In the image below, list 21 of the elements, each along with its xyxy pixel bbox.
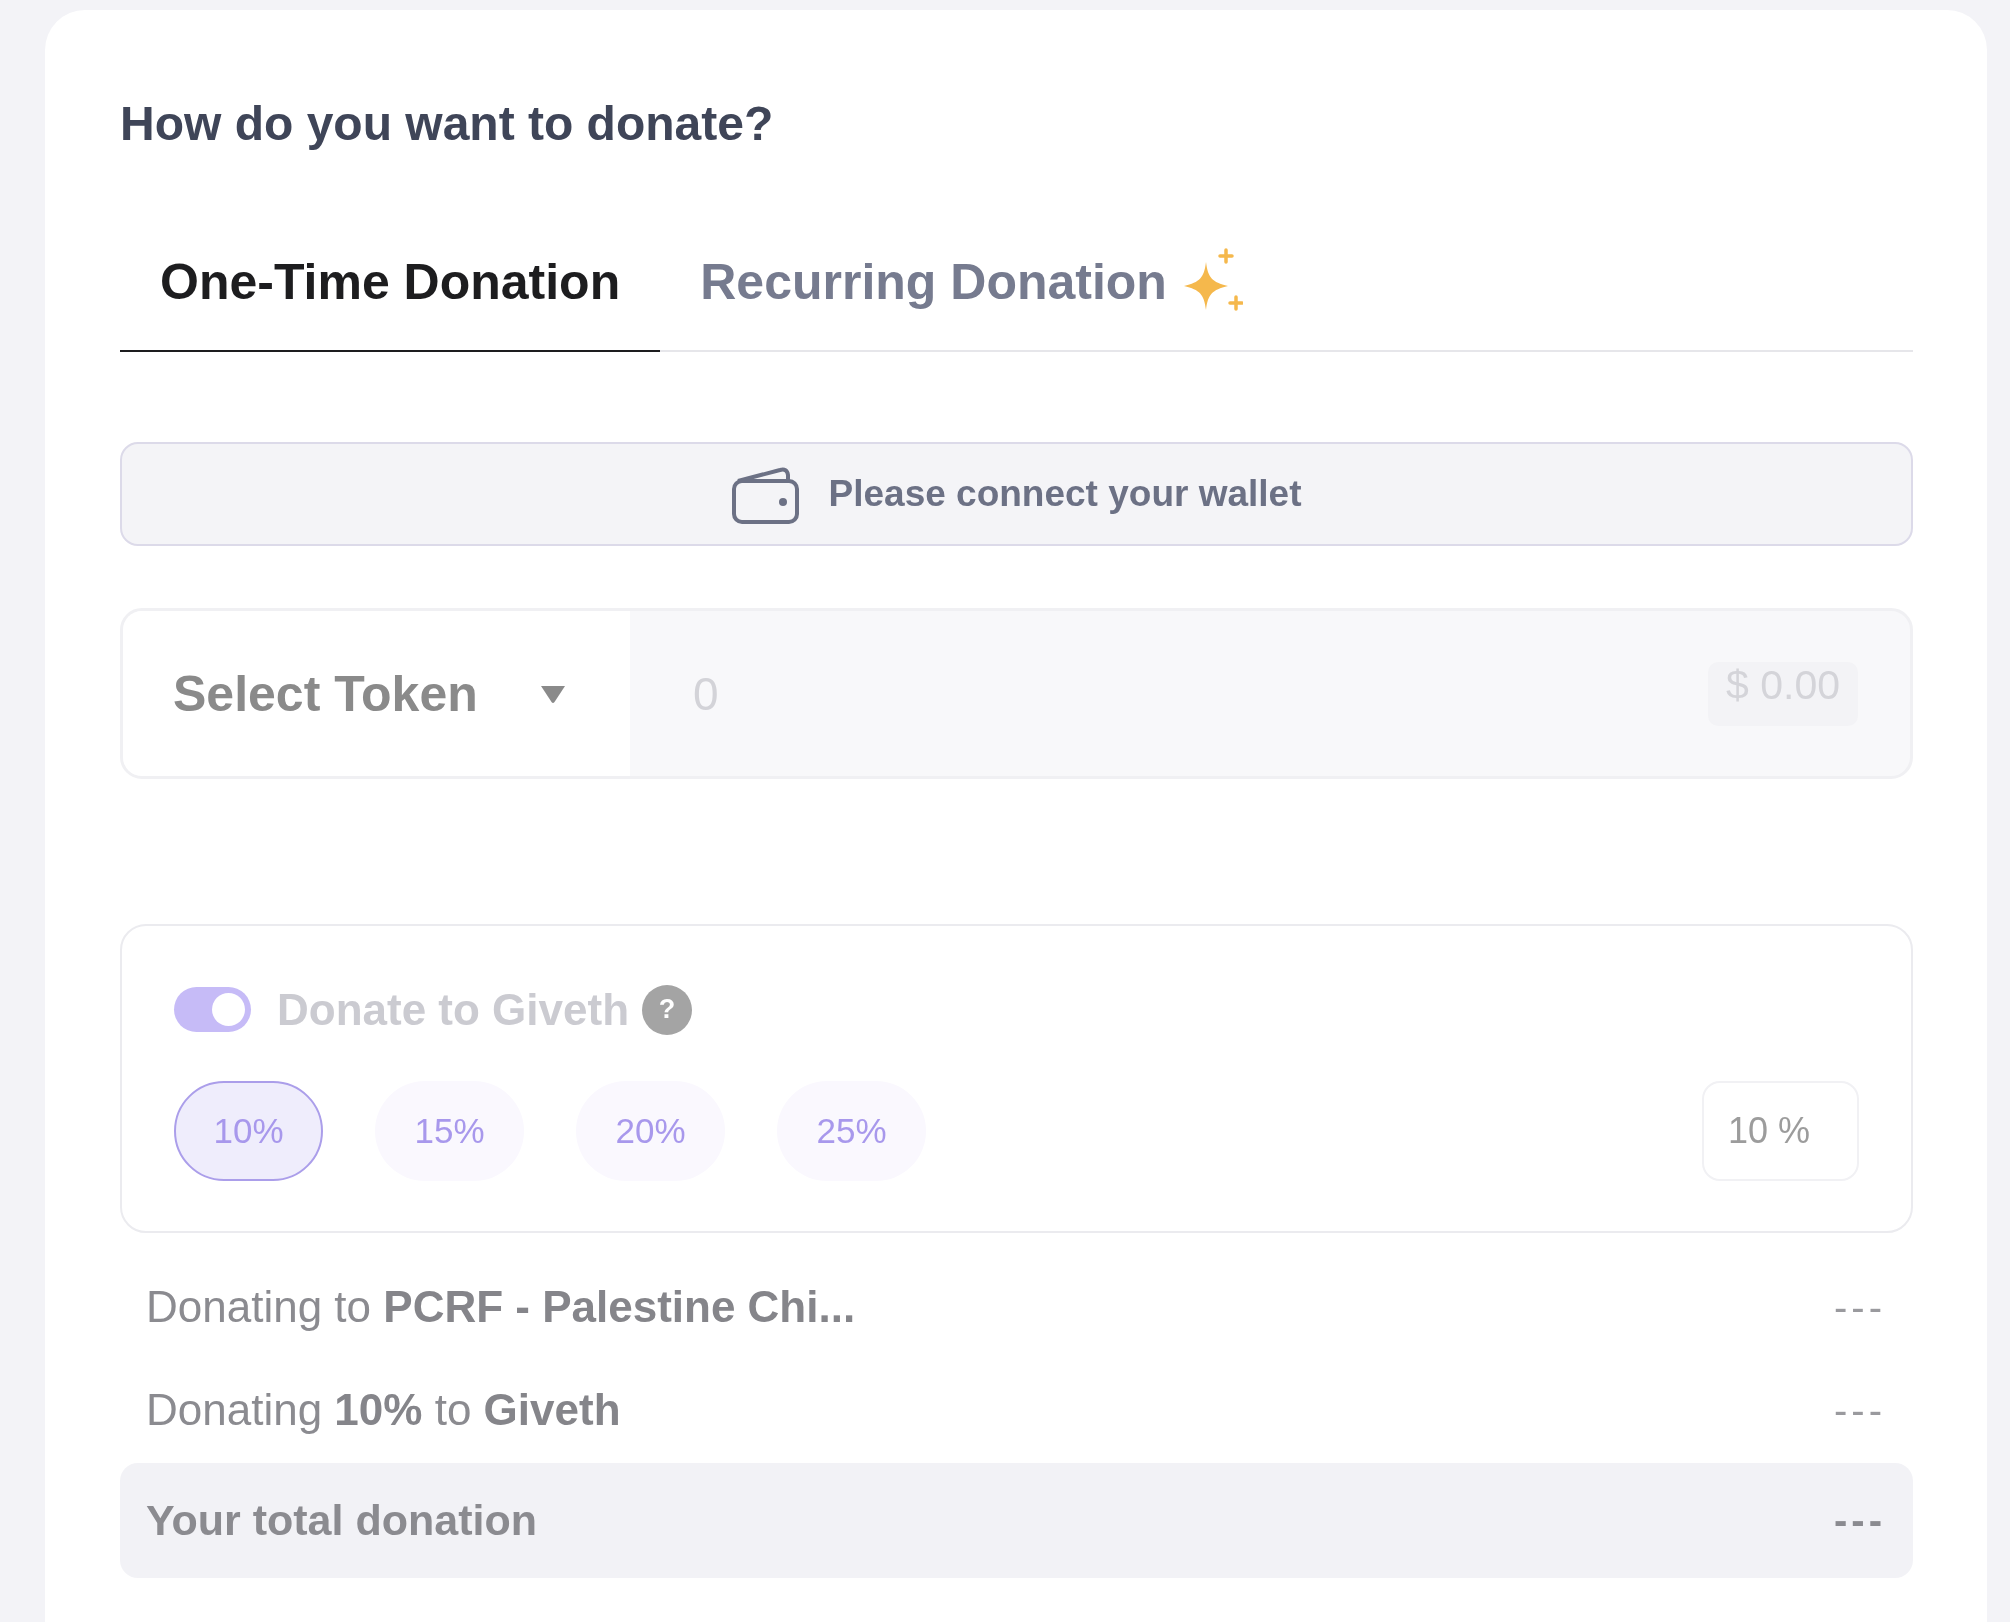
- custom-percent-field[interactable]: 10 %: [1702, 1081, 1859, 1181]
- section-title: How do you want to donate?: [120, 96, 775, 152]
- toggle-switch[interactable]: [174, 987, 251, 1032]
- connect-wallet-button[interactable]: Please connect your wallet: [120, 442, 1913, 546]
- summary-label: Donating 10% to Giveth: [146, 1385, 621, 1435]
- total-label: Your total donation: [146, 1496, 537, 1545]
- percent-option[interactable]: 15%: [375, 1081, 524, 1181]
- tab[interactable]: Recurring Donation: [660, 234, 1283, 352]
- summary-value: ---: [1834, 1387, 1886, 1433]
- percent-value-input[interactable]: 10: [1728, 1110, 1769, 1152]
- percent-sign: %: [1778, 1110, 1811, 1152]
- total-value: ---: [1834, 1498, 1886, 1543]
- percent-option[interactable]: 25%: [777, 1081, 926, 1181]
- help-button[interactable]: ?: [642, 984, 693, 1035]
- summary-label: Donating to PCRF - Palestine Chi...: [146, 1282, 856, 1332]
- percent-option[interactable]: 10%: [174, 1081, 323, 1181]
- tab[interactable]: One-Time Donation: [120, 234, 661, 352]
- percent-option[interactable]: 20%: [576, 1081, 725, 1181]
- caret-icon: [539, 683, 567, 704]
- summary-value: ---: [1834, 1284, 1886, 1330]
- token-select[interactable]: Select Token: [123, 611, 630, 776]
